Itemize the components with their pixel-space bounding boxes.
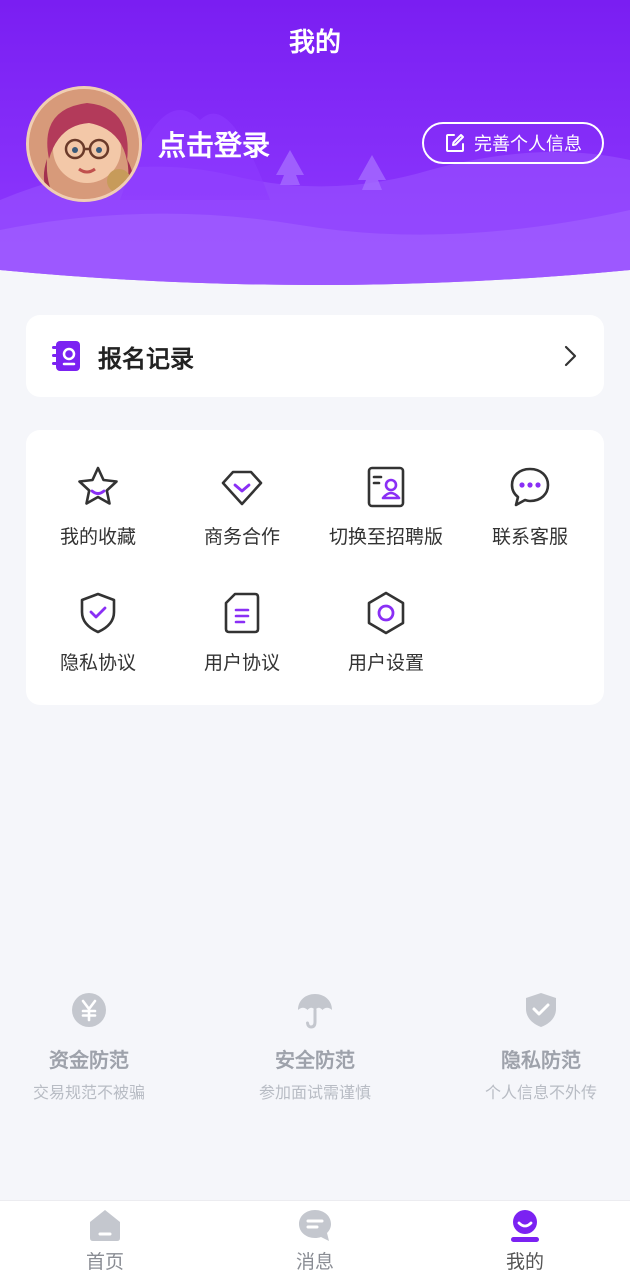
tab-label: 消息 bbox=[295, 1251, 334, 1273]
chat-bubble-icon bbox=[510, 467, 550, 507]
yen-coin-icon bbox=[72, 993, 106, 1027]
tab-label: 我的 bbox=[505, 1251, 544, 1273]
edit-profile-label: 完善个人信息 bbox=[474, 134, 582, 155]
menu-item-label: 我的收藏 bbox=[59, 526, 136, 548]
safety-tip-security: 安全防范 参加面试需谨慎 bbox=[210, 990, 420, 1103]
message-icon bbox=[299, 1210, 331, 1241]
menu-item-user-agreement[interactable]: 用户协议 bbox=[170, 590, 314, 675]
tab-home[interactable]: 首页 bbox=[45, 1207, 165, 1274]
diamond-icon bbox=[221, 470, 263, 506]
resume-card-icon bbox=[367, 466, 405, 508]
safety-title: 安全防范 bbox=[275, 1048, 355, 1072]
menu-item-label: 切换至招聘版 bbox=[328, 526, 443, 548]
edit-icon bbox=[446, 134, 464, 152]
tab-messages[interactable]: 消息 bbox=[255, 1207, 375, 1274]
menu-item-label: 用户设置 bbox=[347, 652, 424, 674]
safety-title: 资金防范 bbox=[49, 1048, 129, 1072]
safety-tip-funds: 资金防范 交易规范不被骗 bbox=[0, 990, 194, 1103]
menu-item-label: 用户协议 bbox=[203, 652, 280, 674]
registration-record-label: 报名记录 bbox=[98, 344, 194, 373]
page-title: 我的 bbox=[288, 28, 341, 58]
menu-item-customer-service[interactable]: 联系客服 bbox=[458, 464, 602, 549]
bottom-tab-bar: 首页 消息 我的 bbox=[0, 1200, 630, 1280]
function-menu-card: 我的收藏 商务合作 切换至招聘版 联系客服 隐私协议 用户协议 用户设置 bbox=[26, 430, 604, 705]
profile-icon bbox=[511, 1210, 539, 1242]
safety-title: 隐私防范 bbox=[501, 1048, 581, 1072]
menu-item-label: 隐私协议 bbox=[59, 652, 136, 674]
menu-item-label: 商务合作 bbox=[203, 526, 280, 548]
menu-item-label: 联系客服 bbox=[491, 526, 568, 548]
umbrella-icon bbox=[298, 994, 332, 1029]
profile-header: 我的 点击登录 完善个人信息 bbox=[0, 0, 630, 290]
chevron-right-icon bbox=[564, 345, 577, 367]
shield-check-icon bbox=[80, 592, 116, 634]
menu-item-favorites[interactable]: 我的收藏 bbox=[26, 464, 170, 549]
avatar[interactable] bbox=[26, 86, 142, 202]
menu-item-privacy-policy[interactable]: 隐私协议 bbox=[26, 590, 170, 675]
star-icon bbox=[78, 466, 118, 505]
menu-item-switch-recruiter[interactable]: 切换至招聘版 bbox=[314, 464, 458, 549]
settings-hexagon-icon bbox=[367, 591, 405, 635]
safety-subtitle: 参加面试需谨慎 bbox=[258, 1083, 371, 1102]
document-icon bbox=[224, 592, 260, 634]
edit-profile-button[interactable]: 完善个人信息 bbox=[422, 122, 604, 164]
tab-label: 首页 bbox=[85, 1251, 124, 1273]
registration-record-row[interactable]: 报名记录 bbox=[26, 315, 604, 397]
safety-tip-privacy: 隐私防范 个人信息不外传 bbox=[436, 990, 630, 1103]
safety-subtitle: 个人信息不外传 bbox=[484, 1083, 597, 1102]
tab-profile[interactable]: 我的 bbox=[465, 1207, 585, 1274]
safety-subtitle: 交易规范不被骗 bbox=[32, 1083, 145, 1102]
home-icon bbox=[90, 1210, 120, 1241]
shield-check-icon bbox=[526, 993, 556, 1027]
login-link[interactable]: 点击登录 bbox=[158, 124, 270, 164]
notebook-icon bbox=[52, 341, 80, 371]
menu-item-user-settings[interactable]: 用户设置 bbox=[314, 590, 458, 675]
menu-item-business[interactable]: 商务合作 bbox=[170, 464, 314, 549]
